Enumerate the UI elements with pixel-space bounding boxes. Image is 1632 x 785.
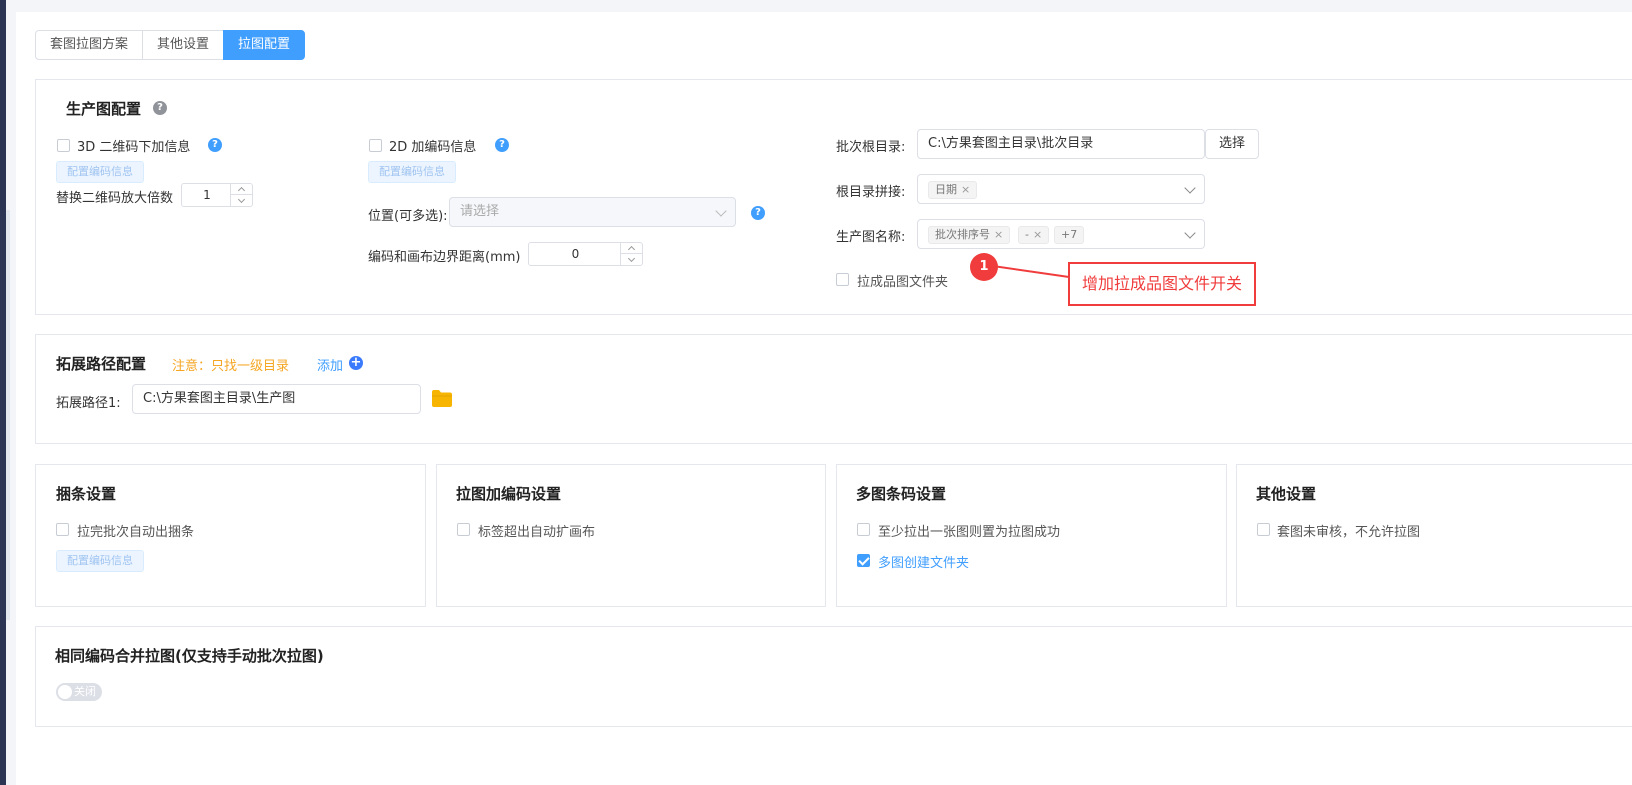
ext-path-title: 拓展路径配置 — [56, 355, 147, 373]
edge-distance-value: 0 — [571, 247, 580, 261]
tag-date[interactable]: 日期 × — [928, 181, 978, 199]
chevron-down-icon — [1184, 182, 1196, 194]
production-config-card: 生产图配置 ? 3D 二维码下加信息 ? 配置编码信息 替换二维码放大倍数 1 … — [35, 79, 1632, 315]
finished-folder-label: 拉成品图文件夹 — [857, 275, 949, 290]
not-reviewed-label: 套图未审核，不允许拉图 — [1277, 525, 1421, 540]
chevron-down-icon — [715, 205, 727, 217]
replace-qr-stepper[interactable]: 1 — [181, 183, 253, 207]
create-folder-label: 多图创建文件夹 — [878, 556, 970, 571]
batch-root-value: C:\方果套图主目录\批次目录 — [928, 136, 1094, 151]
position-label: 位置(可多选): — [368, 209, 448, 224]
replace-qr-label: 替换二维码放大倍数 — [56, 191, 174, 206]
qr3d-checkbox[interactable] — [57, 139, 70, 152]
code2d-checkbox[interactable] — [369, 139, 382, 152]
pull-code-card: 拉图加编码设置 标签超出自动扩画布 — [436, 464, 826, 607]
select-button[interactable]: 选择 — [1205, 129, 1260, 159]
ext-path-note: 注意：只找一级目录 — [172, 359, 290, 374]
annotation-callout: 增加拉成品图文件开关 — [1068, 262, 1257, 306]
tab-pull-config[interactable]: 拉图配置 — [223, 30, 306, 60]
root-join-select[interactable]: 日期 × — [917, 174, 1205, 204]
help-icon[interactable]: ? — [208, 138, 222, 152]
config-code-button[interactable]: 配置编码信息 — [56, 550, 144, 572]
annotation-connector — [992, 265, 1070, 278]
production-config-title: 生产图配置 — [66, 100, 142, 118]
edge-distance-label: 编码和画布边界距离(mm) — [368, 250, 521, 265]
help-icon[interactable]: ? — [153, 101, 167, 115]
auto-bundle-label: 拉完批次自动出捆条 — [77, 525, 195, 540]
close-icon[interactable]: × — [994, 228, 1003, 241]
at-least-one-label: 至少拉出一张图则置为拉图成功 — [878, 525, 1061, 540]
finished-folder-checkbox[interactable] — [836, 273, 849, 286]
bundle-title: 捆条设置 — [56, 485, 117, 503]
root-join-label: 根目录拼接: — [836, 185, 906, 200]
other-settings-card: 其他设置 套图未审核，不允许拉图 — [1236, 464, 1632, 607]
tab-template-plan[interactable]: 套图拉图方案 — [35, 30, 144, 60]
merge-card: 相同编码合并拉图(仅支持手动批次拉图) 关闭 — [35, 626, 1632, 727]
qr3d-label: 3D 二维码下加信息 — [77, 140, 191, 155]
position-placeholder: 请选择 — [460, 204, 500, 219]
auto-expand-checkbox[interactable] — [457, 523, 470, 536]
merge-toggle[interactable]: 关闭 — [56, 683, 102, 701]
batch-root-input[interactable]: C:\方果套图主目录\批次目录 — [917, 129, 1205, 159]
config-tabs: 套图拉图方案 其他设置 拉图配置 — [35, 30, 306, 60]
stepper-down-icon[interactable] — [621, 254, 642, 265]
prod-name-label: 生产图名称: — [836, 230, 906, 245]
replace-qr-value: 1 — [203, 188, 211, 202]
folder-icon[interactable] — [431, 389, 453, 408]
stepper-up-icon[interactable] — [231, 184, 252, 195]
toggle-knob — [58, 685, 72, 699]
auto-bundle-checkbox[interactable] — [56, 523, 69, 536]
multi-barcode-title: 多图条码设置 — [856, 485, 947, 503]
create-folder-checkbox[interactable] — [857, 554, 870, 567]
tab-other-settings[interactable]: 其他设置 — [142, 30, 225, 60]
other-settings-title: 其他设置 — [1256, 485, 1317, 503]
not-reviewed-checkbox[interactable] — [1257, 523, 1270, 536]
config-code-button[interactable]: 配置编码信息 — [56, 161, 144, 183]
code2d-label: 2D 加编码信息 — [389, 140, 477, 155]
plus-icon[interactable]: + — [349, 356, 363, 370]
bundle-card: 捆条设置 拉完批次自动出捆条 配置编码信息 — [35, 464, 426, 607]
main-panel: 套图拉图方案 其他设置 拉图配置 生产图配置 ? 3D 二维码下加信息 ? 配置… — [16, 12, 1632, 785]
chevron-down-icon — [1184, 227, 1196, 239]
config-code-button[interactable]: 配置编码信息 — [368, 161, 456, 183]
help-icon[interactable]: ? — [751, 206, 765, 220]
prod-name-select[interactable]: 批次排序号 × - × +7 — [917, 219, 1205, 249]
stepper-down-icon[interactable] — [231, 195, 252, 206]
sidebar-scrollbar[interactable] — [6, 210, 10, 620]
multi-barcode-card: 多图条码设置 至少拉出一张图则置为拉图成功 多图创建文件夹 — [836, 464, 1227, 607]
close-icon[interactable]: × — [961, 183, 970, 196]
ext-path-card: 拓展路径配置 注意：只找一级目录 添加 + 拓展路径1: C:\方果套图主目录\… — [35, 334, 1632, 444]
toggle-label: 关闭 — [74, 685, 96, 698]
stepper-up-icon[interactable] — [621, 243, 642, 254]
add-path-link[interactable]: 添加 — [317, 355, 343, 374]
close-icon[interactable]: × — [1033, 228, 1042, 241]
auto-expand-label: 标签超出自动扩画布 — [478, 525, 596, 540]
help-icon[interactable]: ? — [495, 138, 509, 152]
tag-dash[interactable]: - × — [1018, 226, 1050, 244]
ext-path-value: C:\方果套图主目录\生产图 — [143, 391, 296, 406]
ext-path-input[interactable]: C:\方果套图主目录\生产图 — [132, 384, 421, 414]
position-select[interactable]: 请选择 — [449, 197, 736, 227]
annotation-marker: 1 — [970, 253, 998, 281]
ext-path-label: 拓展路径1: — [56, 396, 121, 411]
batch-root-label: 批次根目录: — [836, 140, 906, 155]
merge-title: 相同编码合并拉图(仅支持手动批次拉图) — [55, 647, 324, 665]
pull-code-title: 拉图加编码设置 — [456, 485, 562, 503]
at-least-one-checkbox[interactable] — [857, 523, 870, 536]
tag-more-count: +7 — [1054, 226, 1085, 244]
edge-distance-stepper[interactable]: 0 — [528, 242, 643, 266]
tag-batch-order[interactable]: 批次排序号 × — [928, 226, 1011, 244]
